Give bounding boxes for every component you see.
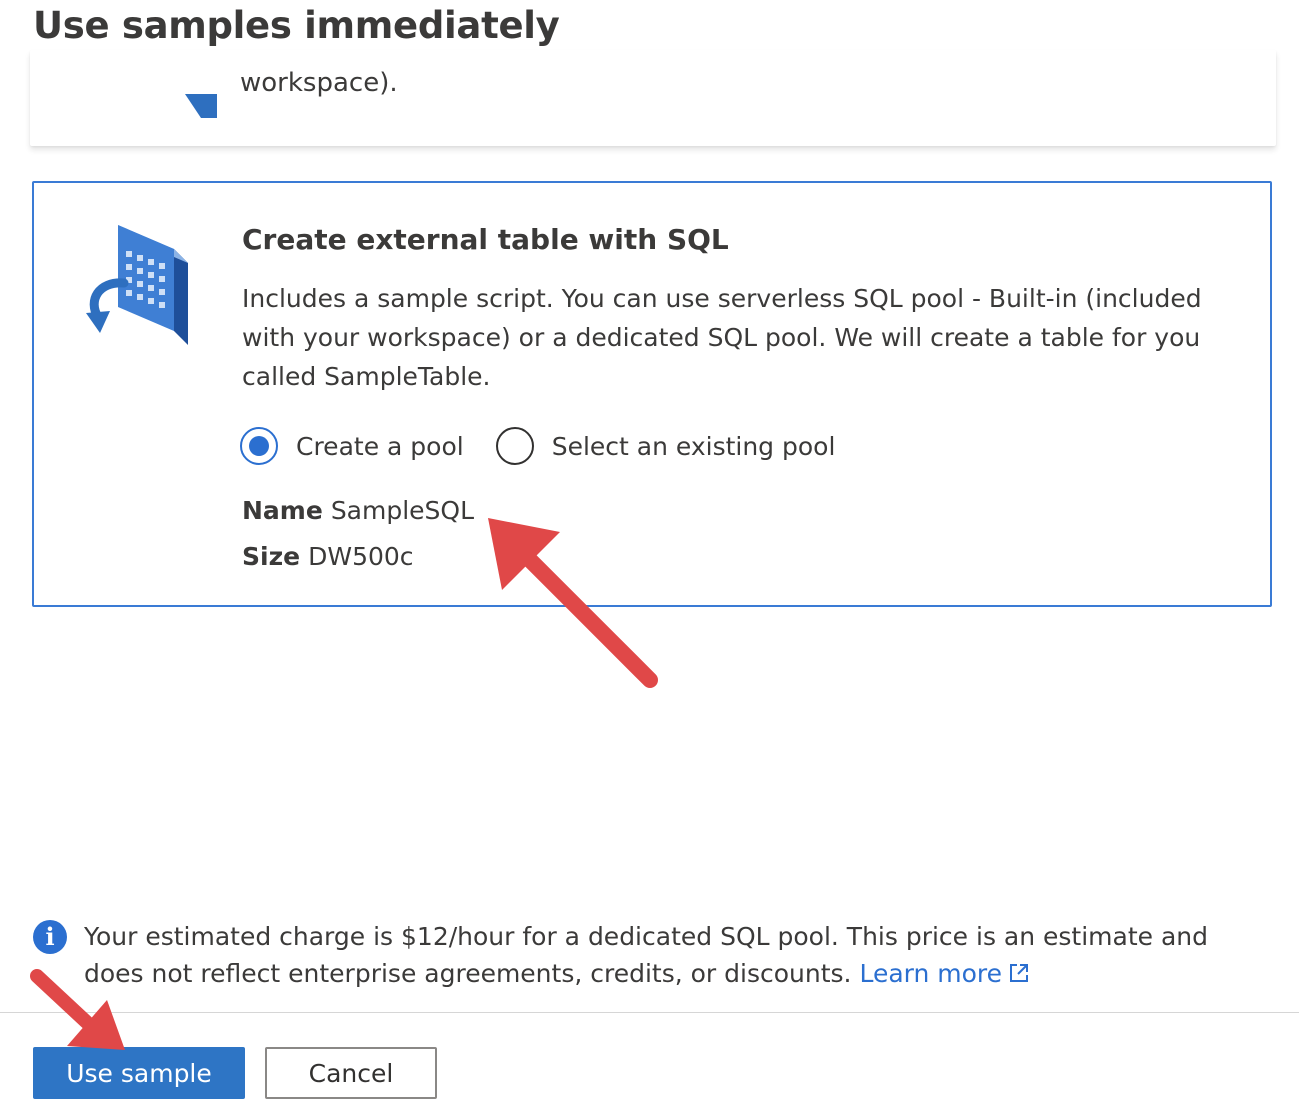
learn-more-link[interactable]: Learn more xyxy=(859,959,1030,988)
pool-name-label: Name xyxy=(242,496,323,525)
radio-label: Create a pool xyxy=(296,431,464,461)
learn-more-label: Learn more xyxy=(859,959,1003,988)
card-title: Create external table with SQL xyxy=(242,223,729,256)
page-title: Use samples immediately xyxy=(33,4,560,47)
pool-size-value: DW500c xyxy=(308,542,414,571)
footer-divider xyxy=(0,1012,1299,1013)
sample-card-icon xyxy=(185,94,217,118)
database-building-icon xyxy=(86,225,188,345)
radio-create-pool[interactable]: Create a pool xyxy=(240,427,464,465)
radio-label: Select an existing pool xyxy=(551,431,836,461)
external-link-icon xyxy=(1010,964,1029,982)
estimated-charge-text: Your estimated charge is $12/hour for a … xyxy=(84,922,1209,988)
previous-card-description: workspace). xyxy=(240,68,398,98)
pool-option-group: Create a pool Select an existing pool xyxy=(240,427,867,465)
sample-card-external-table[interactable]: Create external table with SQL Includes … xyxy=(32,181,1272,607)
radio-unchecked-icon[interactable] xyxy=(495,427,534,465)
pool-size-row: Size DW500c xyxy=(242,542,414,571)
pool-size-label: Size xyxy=(242,542,301,571)
use-samples-panel: Use samples immediately workspace). Crea… xyxy=(0,0,1299,1103)
info-icon: i xyxy=(33,920,67,954)
use-sample-button[interactable]: Use sample xyxy=(33,1047,245,1099)
pool-name-value: SampleSQL xyxy=(330,496,475,525)
radio-select-existing-pool[interactable]: Select an existing pool xyxy=(495,427,836,465)
card-description: Includes a sample script. You can use se… xyxy=(242,284,1202,391)
cancel-button[interactable]: Cancel xyxy=(265,1047,437,1099)
radio-checked-icon[interactable] xyxy=(240,427,278,465)
estimated-charge-message: Your estimated charge is $12/hour for a … xyxy=(84,918,1274,992)
pool-name-row: Name SampleSQL xyxy=(242,496,474,525)
previous-sample-card[interactable]: workspace). xyxy=(30,50,1276,146)
